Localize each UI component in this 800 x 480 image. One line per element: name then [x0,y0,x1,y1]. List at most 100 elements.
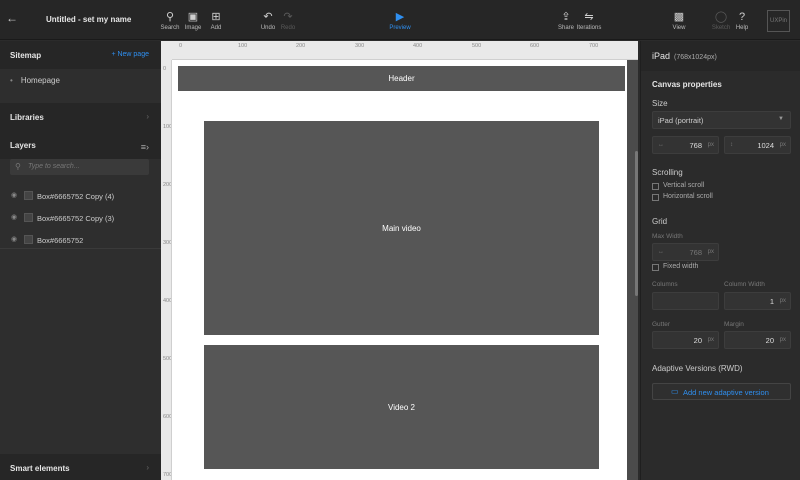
adaptive-versions-label: Adaptive Versions (RWD) [652,364,743,373]
device-name: iPad (768x1024px) [652,51,717,61]
add-adaptive-version-button[interactable]: ▭ Add new adaptive version [652,383,791,400]
ruler-left: 0 100 200 300 400 500 600 700 [161,60,172,480]
height-unit: px [779,142,786,148]
redo-label: Redo [280,25,296,31]
horizontal-scroll-checkbox[interactable] [652,194,659,201]
height-icon: ↕ [730,142,733,148]
horizontal-scroll-label: Horizontal scroll [663,193,713,200]
view-button[interactable]: ▩ View [664,10,694,31]
add-button[interactable]: ⊞ Add [201,10,231,31]
margin-label: Margin [724,321,744,328]
layers-title: Layers [10,141,36,150]
device-label: iPad [652,51,671,61]
video2-box[interactable]: Video 2 [204,345,599,469]
iterations-label: Iterations [576,25,602,31]
iterations-button[interactable]: ⇋ Iterations [574,10,604,31]
margin-unit: px [779,337,786,343]
preview-label: Preview [389,25,411,31]
help-button[interactable]: ? Help [727,10,757,31]
sitemap-page-homepage[interactable]: • Homepage [10,76,60,85]
size-label: Size [652,99,668,108]
libraries-title: Libraries [10,113,44,122]
chevron-right-icon: › [146,112,149,121]
canvas-scrollbar[interactable] [635,151,638,296]
ruler-tick-label: 100 [238,43,248,49]
ruler-tick-label: 600 [530,43,540,49]
box-icon [24,191,33,200]
page-bullet-icon: • [10,76,13,85]
eye-icon[interactable]: ◉ [11,191,17,199]
layers-search-input[interactable]: ⚲ Type to search... [10,159,149,175]
layer-item[interactable]: ◉ Box#6665752 Copy (4) [0,185,161,207]
gutter-field[interactable]: 20 px [652,331,719,349]
play-icon: ▶ [395,11,405,23]
divider [0,248,161,249]
add-label: Add [210,25,222,31]
column-width-value: 1 [769,297,774,306]
header-box[interactable]: Header [178,66,625,91]
layers-header: Layers [0,131,161,159]
device-icon: ▭ [671,387,679,396]
main-video-box[interactable]: Main video [204,121,599,335]
layer-name: Box#6665752 Copy (3) [37,214,115,223]
monitor-icon: ▩ [673,11,685,23]
size-select[interactable]: iPad (portrait) ▼ [652,111,791,129]
width-value: 768 [689,141,702,150]
height-value: 1024 [757,141,774,150]
width-icon: ↔ [658,142,664,148]
video2-label: Video 2 [388,402,415,412]
ruler-tick-label: 400 [413,43,423,49]
size-select-value: iPad (portrait) [658,116,704,125]
width-field[interactable]: ↔ 768 px [652,136,719,154]
redo-button[interactable]: ↷ Redo [273,10,303,31]
ruler-tick-label: 300 [163,240,172,246]
page-label: Homepage [20,76,60,85]
new-page-button[interactable]: + New page [111,51,149,58]
eye-icon[interactable]: ◉ [11,235,17,243]
document-title[interactable]: Untitled - set my name [46,15,131,24]
column-width-field[interactable]: 1 px [724,292,791,310]
help-label: Help [735,25,749,31]
ruler-tick-label: 700 [163,472,172,478]
view-label: View [672,25,686,31]
vertical-scroll-checkbox[interactable] [652,183,659,190]
ruler-tick-label: 400 [163,298,172,304]
search-icon: ⚲ [15,162,21,171]
ruler-tick-label: 100 [163,124,172,130]
sitemap-title: Sitemap [10,51,42,60]
preview-button[interactable]: ▶ Preview [385,10,415,31]
eye-icon[interactable]: ◉ [11,213,17,221]
ruler-corner [161,41,172,60]
max-width-unit: px [707,249,714,255]
gutter-label: Gutter [652,321,671,328]
fixed-width-label: Fixed width [663,263,699,270]
gutter-value: 20 [693,336,702,345]
right-panel: iPad (768x1024px) Canvas properties Size … [640,41,800,480]
column-width-label: Column Width [724,281,765,288]
height-field[interactable]: ↕ 1024 px [724,136,791,154]
artboard[interactable]: Header Main video Video 2 [172,60,627,480]
ruler-tick-label: 0 [179,43,183,49]
columns-field[interactable] [652,292,719,310]
layer-item[interactable]: ◉ Box#6665752 Copy (3) [0,207,161,229]
canvas-area: 0 100 200 300 400 500 600 700 0 100 200 … [161,41,638,480]
libraries-header[interactable]: Libraries › [0,103,161,131]
device-size: (768x1024px) [674,54,717,61]
ruler-tick-label: 0 [163,66,167,72]
add-icon: ⊞ [211,11,221,23]
left-panel: Sitemap + New page • Homepage Libraries ›… [0,41,161,480]
uxpin-logo: UXPin [767,10,790,32]
add-adaptive-label: Add new adaptive version [683,388,769,397]
sort-layers-icon[interactable]: ≡› [141,142,149,152]
search-placeholder: Type to search... [28,163,80,170]
back-arrow-icon[interactable]: ← [6,11,20,27]
main-video-label: Main video [382,223,421,233]
margin-field[interactable]: 20 px [724,331,791,349]
ruler-tick-label: 700 [589,43,599,49]
fixed-width-checkbox[interactable] [652,264,659,271]
column-width-unit: px [779,298,786,304]
smart-elements-header[interactable]: Smart elements › [0,454,161,480]
smart-elements-title: Smart elements [10,464,70,473]
max-width-field[interactable]: ↔ 768 px [652,243,719,261]
chevron-right-icon: › [146,463,149,472]
